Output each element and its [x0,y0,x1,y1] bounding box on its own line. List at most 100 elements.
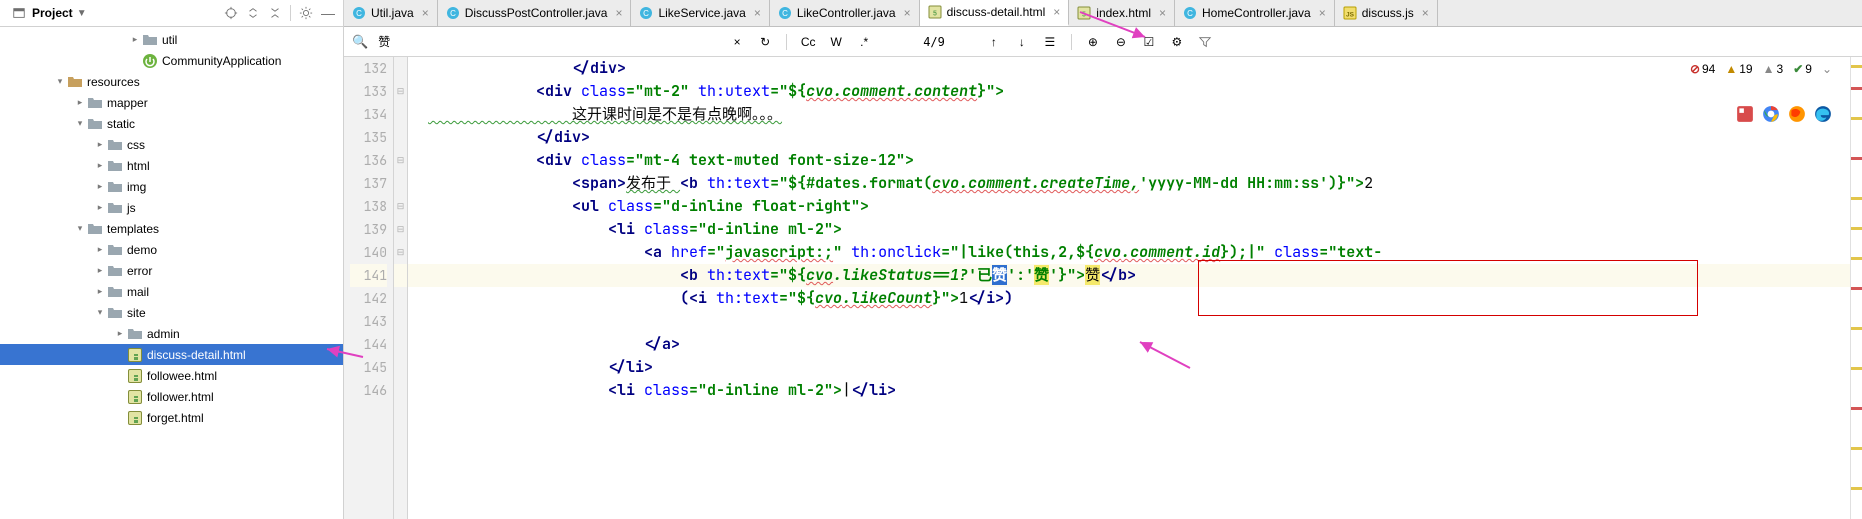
code-lines[interactable]: </div> <div class="mt-2" th:utext="${cvo… [408,57,1850,519]
tree-item[interactable]: ▸mail [0,281,343,302]
tree-caret[interactable]: ▸ [95,139,105,150]
editor-tab[interactable]: CDiscussPostController.java× [438,0,632,26]
fold-handle[interactable] [394,379,407,402]
fold-handle[interactable] [394,356,407,379]
tree-item[interactable]: ▸mapper [0,92,343,113]
expand-all-icon[interactable] [244,4,262,22]
tree-caret[interactable]: ▸ [130,34,140,45]
firefox-icon[interactable] [1788,105,1806,128]
tree-item[interactable]: ▾resources [0,71,343,92]
find-next-icon[interactable]: ↓ [1013,33,1031,51]
close-icon[interactable]: × [754,6,761,20]
fold-handle[interactable] [394,264,407,287]
ide-preview-icon[interactable] [1736,105,1754,128]
tree-caret[interactable]: ▸ [95,244,105,255]
tree-item[interactable]: ▸error [0,260,343,281]
find-remove-selection-icon[interactable]: ⊖ [1112,33,1130,51]
tree-item[interactable]: ▾site [0,302,343,323]
find-settings-icon[interactable]: ⚙ [1168,33,1186,51]
tree-caret[interactable]: ▾ [75,223,85,234]
project-tree[interactable]: ▸utilCommunityApplication▾resources▸mapp… [0,27,343,519]
find-regex-toggle[interactable]: .* [855,33,873,51]
tree-caret[interactable]: ▸ [95,181,105,192]
find-case-toggle[interactable]: Cc [799,33,817,51]
close-icon[interactable]: × [615,6,622,20]
tree-item[interactable]: ▸demo [0,239,343,260]
fold-handle[interactable]: ⊟ [394,149,407,172]
close-icon[interactable]: × [1159,6,1166,20]
tree-caret[interactable]: ▸ [95,202,105,213]
close-icon[interactable]: × [904,6,911,20]
tree-caret[interactable]: ▾ [95,307,105,318]
close-icon[interactable]: × [1319,6,1326,20]
tree-item[interactable]: ▸css [0,134,343,155]
tree-caret[interactable]: ▸ [115,328,125,339]
close-icon[interactable]: × [422,6,429,20]
tree-item[interactable]: CommunityApplication [0,50,343,71]
code-editor[interactable]: 1321331341351361371381391401411421431441… [344,57,1862,519]
tree-caret[interactable]: ▸ [95,286,105,297]
problems-summary[interactable]: ⊘94 ▲19 ▲3 ✔9 ⌄ [1690,62,1832,76]
find-close-icon[interactable]: × [728,33,746,51]
close-icon[interactable]: × [1422,6,1429,20]
locate-icon[interactable] [222,4,240,22]
editor-tab-active[interactable]: 5discuss-detail.html× [920,0,1070,26]
tree-item-selected[interactable]: discuss-detail.html [0,344,343,365]
find-add-selection-icon[interactable]: ⊕ [1084,33,1102,51]
fold-handle[interactable] [394,126,407,149]
find-select-occurrences-icon[interactable]: ☑ [1140,33,1158,51]
tree-caret[interactable]: ▸ [95,265,105,276]
fold-handle[interactable] [394,333,407,356]
editor-tab[interactable]: CHomeController.java× [1175,0,1335,26]
hide-icon[interactable]: — [319,4,337,22]
editor-tab[interactable]: CLikeController.java× [770,0,920,26]
tree-item[interactable]: ▸html [0,155,343,176]
tree-item-label: templates [107,222,159,236]
tree-caret[interactable]: ▸ [95,160,105,171]
fold-handle[interactable] [394,103,407,126]
find-query[interactable]: 赞 [378,33,428,50]
tree-caret[interactable]: ▾ [55,76,65,87]
tree-item[interactable]: ▾static [0,113,343,134]
typo-icon: ✔ [1793,62,1803,76]
project-title[interactable]: Project [32,6,73,20]
fold-handle[interactable] [394,57,407,80]
editor-tab[interactable]: 5index.html× [1069,0,1175,26]
editor-tab[interactable]: CUtil.java× [344,0,438,26]
find-prev-icon[interactable]: ↑ [985,33,1003,51]
fold-handle[interactable] [394,287,407,310]
editor-tab[interactable]: JSdiscuss.js× [1335,0,1438,26]
tree-item[interactable]: ▸admin [0,323,343,344]
find-select-all-icon[interactable]: ☰ [1041,33,1059,51]
tree-caret[interactable]: ▸ [75,97,85,108]
editor-tab[interactable]: CLikeService.java× [631,0,769,26]
find-word-toggle[interactable]: W [827,33,845,51]
find-history-icon[interactable]: ↻ [756,33,774,51]
tree-item[interactable]: forget.html [0,407,343,428]
tree-item[interactable]: followee.html [0,365,343,386]
tree-item[interactable]: ▸img [0,176,343,197]
find-filter-icon[interactable] [1196,33,1214,51]
tree-item[interactable]: ▾ templates [0,218,343,239]
fold-handle[interactable]: ⊟ [394,241,407,264]
folder-icon [107,242,123,258]
fold-handle[interactable]: ⊟ [394,218,407,241]
tree-item[interactable]: follower.html [0,386,343,407]
tree-item[interactable]: ▸js [0,197,343,218]
collapse-all-icon[interactable] [266,4,284,22]
tree-item[interactable]: ▸util [0,29,343,50]
tree-caret[interactable]: ▾ [75,118,85,129]
fold-handle[interactable] [394,172,407,195]
fold-handle[interactable]: ⊟ [394,80,407,103]
close-icon[interactable]: × [1053,5,1060,19]
gear-icon[interactable] [297,4,315,22]
warning-count: 19 [1739,62,1752,76]
fold-handle[interactable] [394,310,407,333]
fold-handle[interactable]: ⊟ [394,195,407,218]
chevron-down-icon[interactable]: ⌄ [1822,62,1832,76]
project-dropdown-chevron[interactable]: ▼ [77,8,87,19]
edge-icon[interactable] [1814,105,1832,128]
error-stripe[interactable] [1850,57,1862,519]
chrome-icon[interactable] [1762,105,1780,128]
folder-icon [107,158,123,174]
